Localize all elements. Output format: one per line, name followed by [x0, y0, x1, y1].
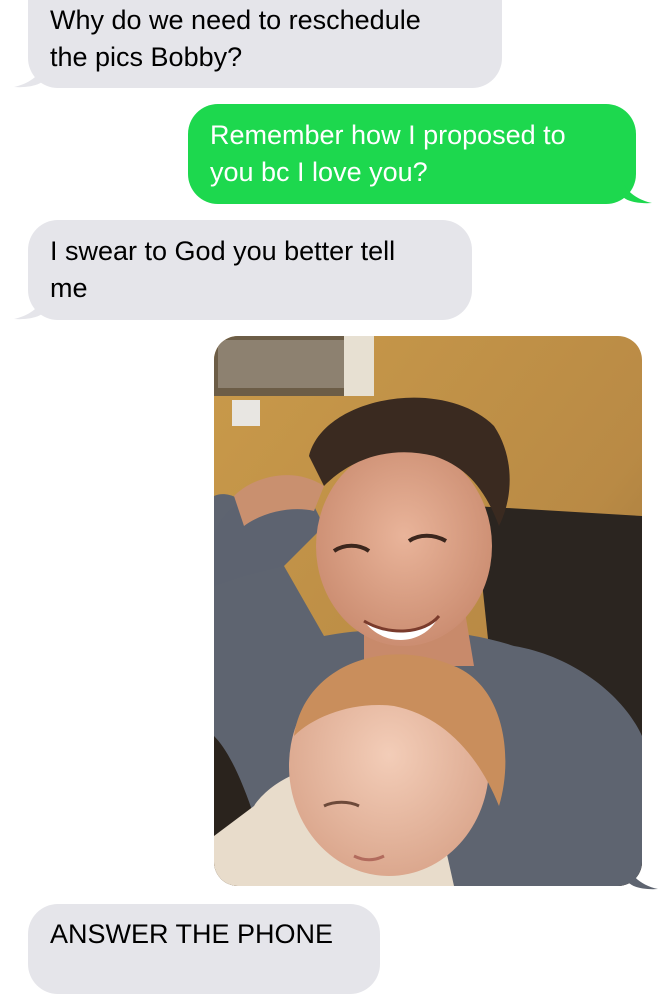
- incoming-bubble-tail: [14, 296, 44, 320]
- message-text: Remember how I proposed to you bc I love…: [210, 120, 566, 187]
- outgoing-bubble-tail: [628, 866, 658, 890]
- message-text: Why do we need to reschedule the pics Bo…: [50, 5, 421, 72]
- incoming-message-bubble[interactable]: ANSWER THE PHONE: [28, 904, 380, 994]
- outgoing-message-bubble[interactable]: Remember how I proposed to you bc I love…: [188, 104, 636, 204]
- photo-attachment[interactable]: [214, 336, 642, 886]
- incoming-message-bubble[interactable]: I swear to God you better tell me: [28, 220, 472, 320]
- outgoing-bubble-tail: [622, 180, 652, 204]
- selfie-photo: [214, 336, 642, 886]
- incoming-bubble-tail: [14, 64, 44, 88]
- message-text: ANSWER THE PHONE: [50, 919, 334, 949]
- incoming-message-bubble[interactable]: Why do we need to reschedule the pics Bo…: [28, 0, 502, 88]
- message-text: I swear to God you better tell me: [50, 236, 396, 303]
- message-thread[interactable]: Why do we need to reschedule the pics Bo…: [0, 0, 665, 994]
